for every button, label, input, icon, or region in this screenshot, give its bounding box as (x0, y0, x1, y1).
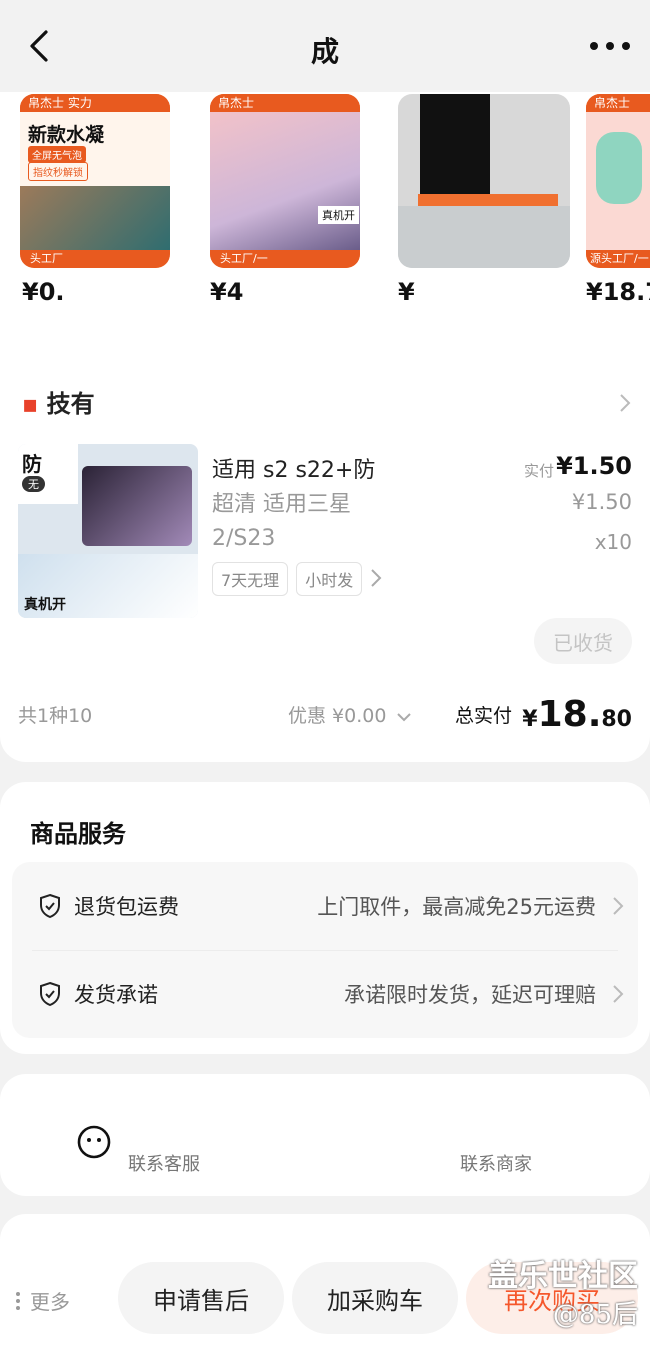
recommend-headline: 新款水凝 (28, 124, 105, 146)
total-amount: ¥18.80 (522, 693, 632, 735)
service-row[interactable]: 发货承诺 承诺限时发货，延迟可理赔 (12, 950, 638, 1038)
order-summary: 共1种10 优惠 ¥0.00 总实付 ¥18.80 (18, 692, 632, 736)
discount-toggle[interactable]: 优惠 ¥0.00 (288, 701, 412, 728)
recommend-card[interactable] (398, 94, 570, 268)
chevron-down-icon (397, 712, 412, 721)
section-title: 商品服务 (30, 820, 126, 848)
recommend-price: ¥18.7 (586, 278, 650, 306)
recommend-pill: 真机开 (318, 206, 359, 224)
add-to-cart-button[interactable]: 加采购车 (292, 1262, 458, 1334)
customer-service-icon (77, 1125, 111, 1159)
more-button[interactable] (586, 28, 634, 64)
product-name[interactable]: 适用 s2 s22+防 超清 适用三星 2/S23 (212, 454, 502, 556)
item-count: 共1种10 (18, 704, 93, 727)
watermark: 盖乐世社区 @85后 (488, 1259, 638, 1330)
service-desc: 承诺限时发货，延迟可理赔 (344, 983, 596, 1007)
header: 成 (0, 0, 650, 92)
contact-section: 联系客服 联系商家 (0, 1074, 650, 1196)
order-detail-page: 成 帛杰士 实力 新款水凝 全屏无气泡 指纹秒解锁 头工厂 ¥0. 帛杰士 真机… (0, 0, 650, 1359)
chevron-right-icon[interactable] (618, 392, 632, 414)
recommend-price: ¥0. (22, 278, 65, 306)
paid-label: 实付 (524, 462, 555, 480)
service-tag: 小时发 (296, 562, 363, 596)
recommend-banner: 帛杰士 (586, 94, 650, 112)
recommend-card[interactable]: 帛杰士 源头工厂/一 (586, 94, 650, 268)
recommend-strip: 帛杰士 实力 新款水凝 全屏无气泡 指纹秒解锁 头工厂 ¥0. 帛杰士 真机开 … (0, 92, 650, 320)
product-tags[interactable]: 7天无理 小时发 (212, 562, 382, 596)
recommend-footer: 头工厂 (20, 250, 170, 268)
service-desc: 上门取件，最高减免25元运费 (317, 895, 596, 919)
shop-name[interactable]: ▪ 技有 (22, 384, 95, 419)
total-label: 总实付 (454, 704, 512, 727)
chevron-right-icon (613, 897, 624, 915)
chevron-right-icon (371, 569, 382, 587)
shield-check-icon (40, 981, 60, 1007)
original-price: ¥1.50 (571, 490, 632, 514)
page-title: 成 (310, 35, 339, 68)
service-list: 退货包运费 上门取件，最高减免25元运费 发货承诺 承诺限时发货，延迟可理赔 (12, 862, 638, 1038)
thumb-tag: 无 (22, 476, 45, 492)
contact-merchant-label: 联系商家 (460, 1154, 532, 1175)
product-thumbnail[interactable]: 防 无 真机开 (18, 444, 198, 618)
shop-icon: ▪ (22, 390, 39, 418)
recommend-banner: 帛杰士 (210, 94, 360, 112)
product-quantity: x10 (594, 530, 632, 554)
recommend-price: ¥4 (210, 278, 244, 306)
recommend-footer: 头工厂/一 (210, 250, 360, 268)
recommend-footer: 源头工厂/一 (586, 250, 650, 268)
thumb-footer: 真机开 (24, 597, 66, 613)
more-actions[interactable]: 更多 (16, 1286, 70, 1315)
recommend-pill: 指纹秒解锁 (28, 162, 88, 181)
service-tag: 7天无理 (212, 562, 289, 596)
recommend-price: ¥ (398, 278, 415, 306)
ellipsis-icon (590, 42, 630, 50)
recommend-card[interactable]: 帛杰士 真机开 头工厂/一 (210, 94, 360, 268)
order-card: ▪ 技有 防 无 真机开 适用 s2 s22+防 超清 适用三星 2/S23 实… (0, 318, 650, 762)
service-row[interactable]: 退货包运费 上门取件，最高减免25元运费 (12, 862, 638, 950)
service-name: 退货包运费 (74, 895, 179, 919)
recommend-banner: 帛杰士 实力 (20, 94, 170, 112)
vertical-ellipsis-icon (16, 1291, 20, 1310)
recommend-card[interactable]: 帛杰士 实力 新款水凝 全屏无气泡 指纹秒解锁 头工厂 (20, 94, 170, 268)
recommend-pill: 全屏无气泡 (28, 146, 86, 163)
chevron-right-icon (613, 985, 624, 1003)
shield-check-icon (40, 893, 60, 919)
product-services: 商品服务 退货包运费 上门取件，最高减免25元运费 发货承诺 承诺限时发货，延迟… (0, 782, 650, 1054)
product-price: ¥1.50 (556, 452, 632, 480)
contact-service-label: 联系客服 (128, 1154, 200, 1175)
after-sale-button[interactable]: 申请售后 (118, 1262, 284, 1334)
service-name: 发货承诺 (74, 983, 158, 1007)
thumb-tag: 防 (22, 452, 42, 476)
received-button[interactable]: 已收货 (534, 618, 632, 664)
